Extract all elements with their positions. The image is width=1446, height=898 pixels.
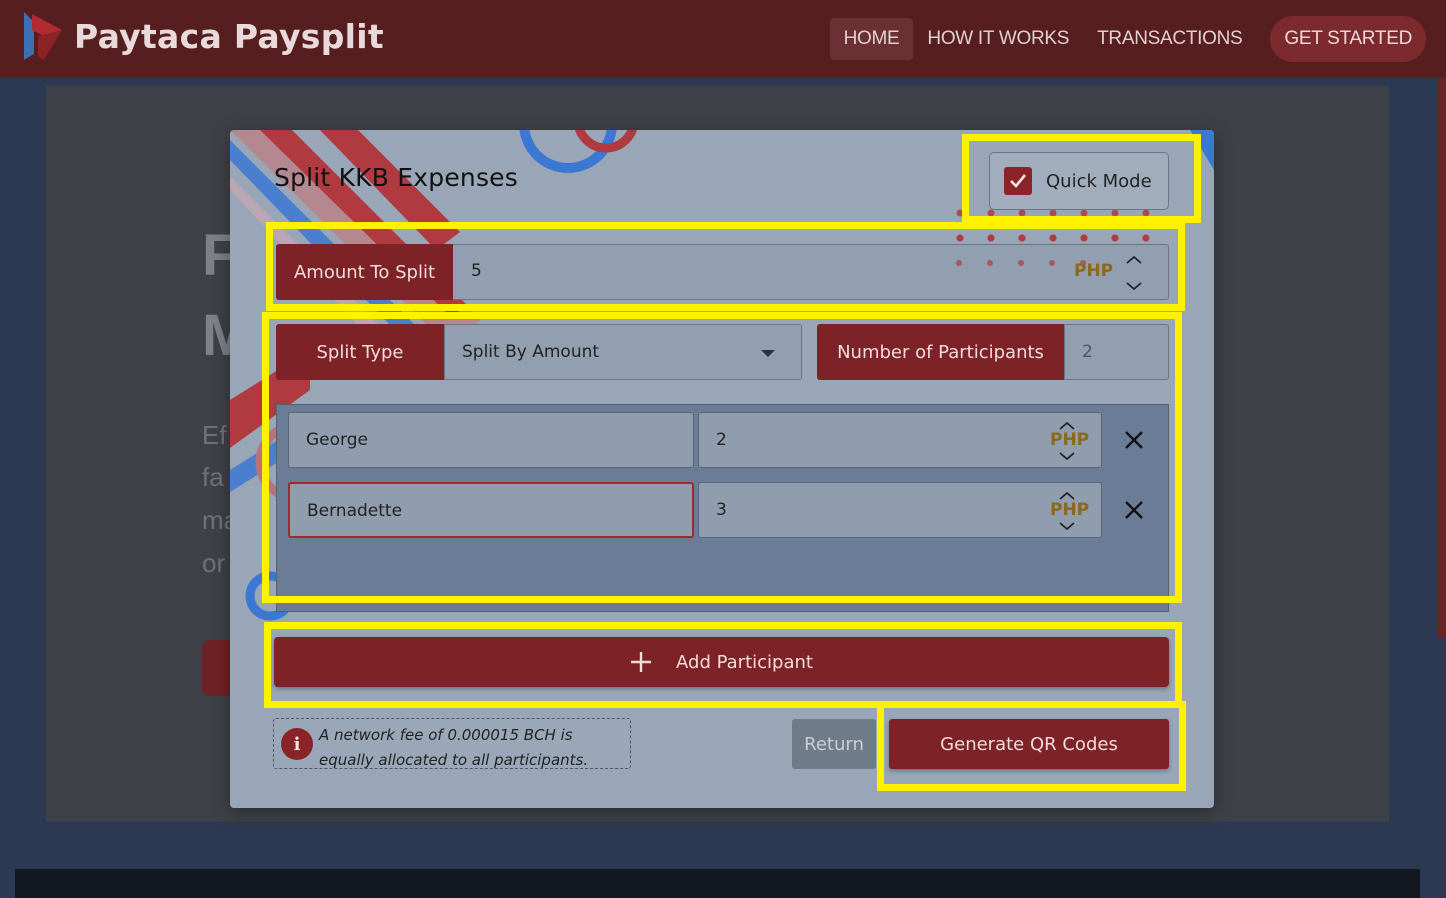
participant-amount-input[interactable]: 3 PHP — [698, 482, 1102, 538]
caret-down-icon — [761, 350, 775, 357]
modal-title: Split KKB Expenses — [274, 163, 518, 192]
network-fee-note: i A network fee of 0.000015 BCH is equal… — [273, 718, 631, 769]
participant-name: Bernadette — [307, 501, 403, 521]
split-type-label: Split Type — [276, 324, 444, 380]
network-fee-text: A network fee of 0.000015 BCH is equally… — [319, 726, 589, 769]
nav-how-it-works[interactable]: HOW IT WORKS — [913, 18, 1083, 60]
chevron-up-down-icon[interactable] — [1124, 251, 1144, 295]
checkmark-icon — [1010, 174, 1027, 188]
participant-row: George 2 PHP — [288, 412, 1158, 468]
number-of-participants-label: Number of Participants — [817, 324, 1064, 380]
split-expenses-modal: Split KKB Expenses Quick Mode Amount To … — [230, 130, 1214, 808]
participant-amount-input[interactable]: 2 PHP — [698, 412, 1102, 468]
amount-to-split-input[interactable]: 5 PHP — [453, 244, 1169, 300]
close-icon[interactable] — [1122, 428, 1146, 452]
quick-mode-checkbox[interactable] — [1004, 167, 1032, 195]
brand[interactable]: Paytaca Paysplit — [18, 8, 384, 64]
return-button[interactable]: Return — [792, 719, 876, 769]
plus-icon — [631, 652, 652, 672]
participant-name: George — [306, 430, 368, 450]
background-body-text: Ef — [202, 420, 227, 450]
add-participant-label: Add Participant — [676, 651, 813, 673]
number-of-participants-input[interactable]: 2 — [1064, 324, 1169, 380]
participant-name-input[interactable]: George — [288, 412, 694, 468]
split-settings-row: Split Type Split By Amount Number of Par… — [276, 324, 1169, 380]
close-icon[interactable] — [1122, 498, 1146, 522]
nav-home[interactable]: HOME — [829, 18, 914, 60]
background-body-text: fa — [202, 462, 224, 492]
top-navbar: Paytaca Paysplit HOME HOW IT WORKS TRANS… — [0, 0, 1446, 78]
split-type-select[interactable]: Split By Amount — [444, 324, 802, 380]
add-participant-button[interactable]: Add Participant — [274, 637, 1169, 687]
background-body-text: or — [202, 548, 226, 578]
generate-qr-codes-button[interactable]: Generate QR Codes — [889, 719, 1169, 769]
quick-mode-label: Quick Mode — [1046, 170, 1152, 192]
chevron-up-down-icon[interactable] — [1057, 487, 1077, 535]
amount-to-split-label: Amount To Split — [276, 244, 453, 300]
get-started-button[interactable]: GET STARTED — [1270, 16, 1426, 62]
nav-links: HOME HOW IT WORKS TRANSACTIONS GET START… — [829, 16, 1426, 62]
amount-value: 5 — [471, 261, 482, 281]
participant-amount: 3 — [716, 500, 727, 520]
nav-transactions[interactable]: TRANSACTIONS — [1083, 18, 1256, 60]
chevron-up-down-icon[interactable] — [1057, 417, 1077, 465]
participant-name-input[interactable]: Bernadette — [288, 482, 694, 538]
info-icon: i — [281, 728, 313, 760]
quick-mode-toggle[interactable]: Quick Mode — [989, 152, 1169, 210]
amount-to-split-row: Amount To Split 5 PHP — [276, 244, 1169, 300]
currency-label: PHP — [1074, 261, 1114, 281]
page-scrollbar[interactable] — [1437, 78, 1446, 638]
participants-list: George 2 PHP Bernadette 3 PHP — [276, 404, 1169, 612]
participant-count-value: 2 — [1082, 342, 1093, 362]
brand-name: Paytaca Paysplit — [74, 16, 384, 56]
split-type-value: Split By Amount — [462, 342, 600, 362]
background-footer — [15, 869, 1420, 898]
participant-amount: 2 — [716, 430, 727, 450]
paytaca-logo-icon — [24, 12, 62, 60]
participant-row: Bernadette 3 PHP — [288, 482, 1158, 538]
